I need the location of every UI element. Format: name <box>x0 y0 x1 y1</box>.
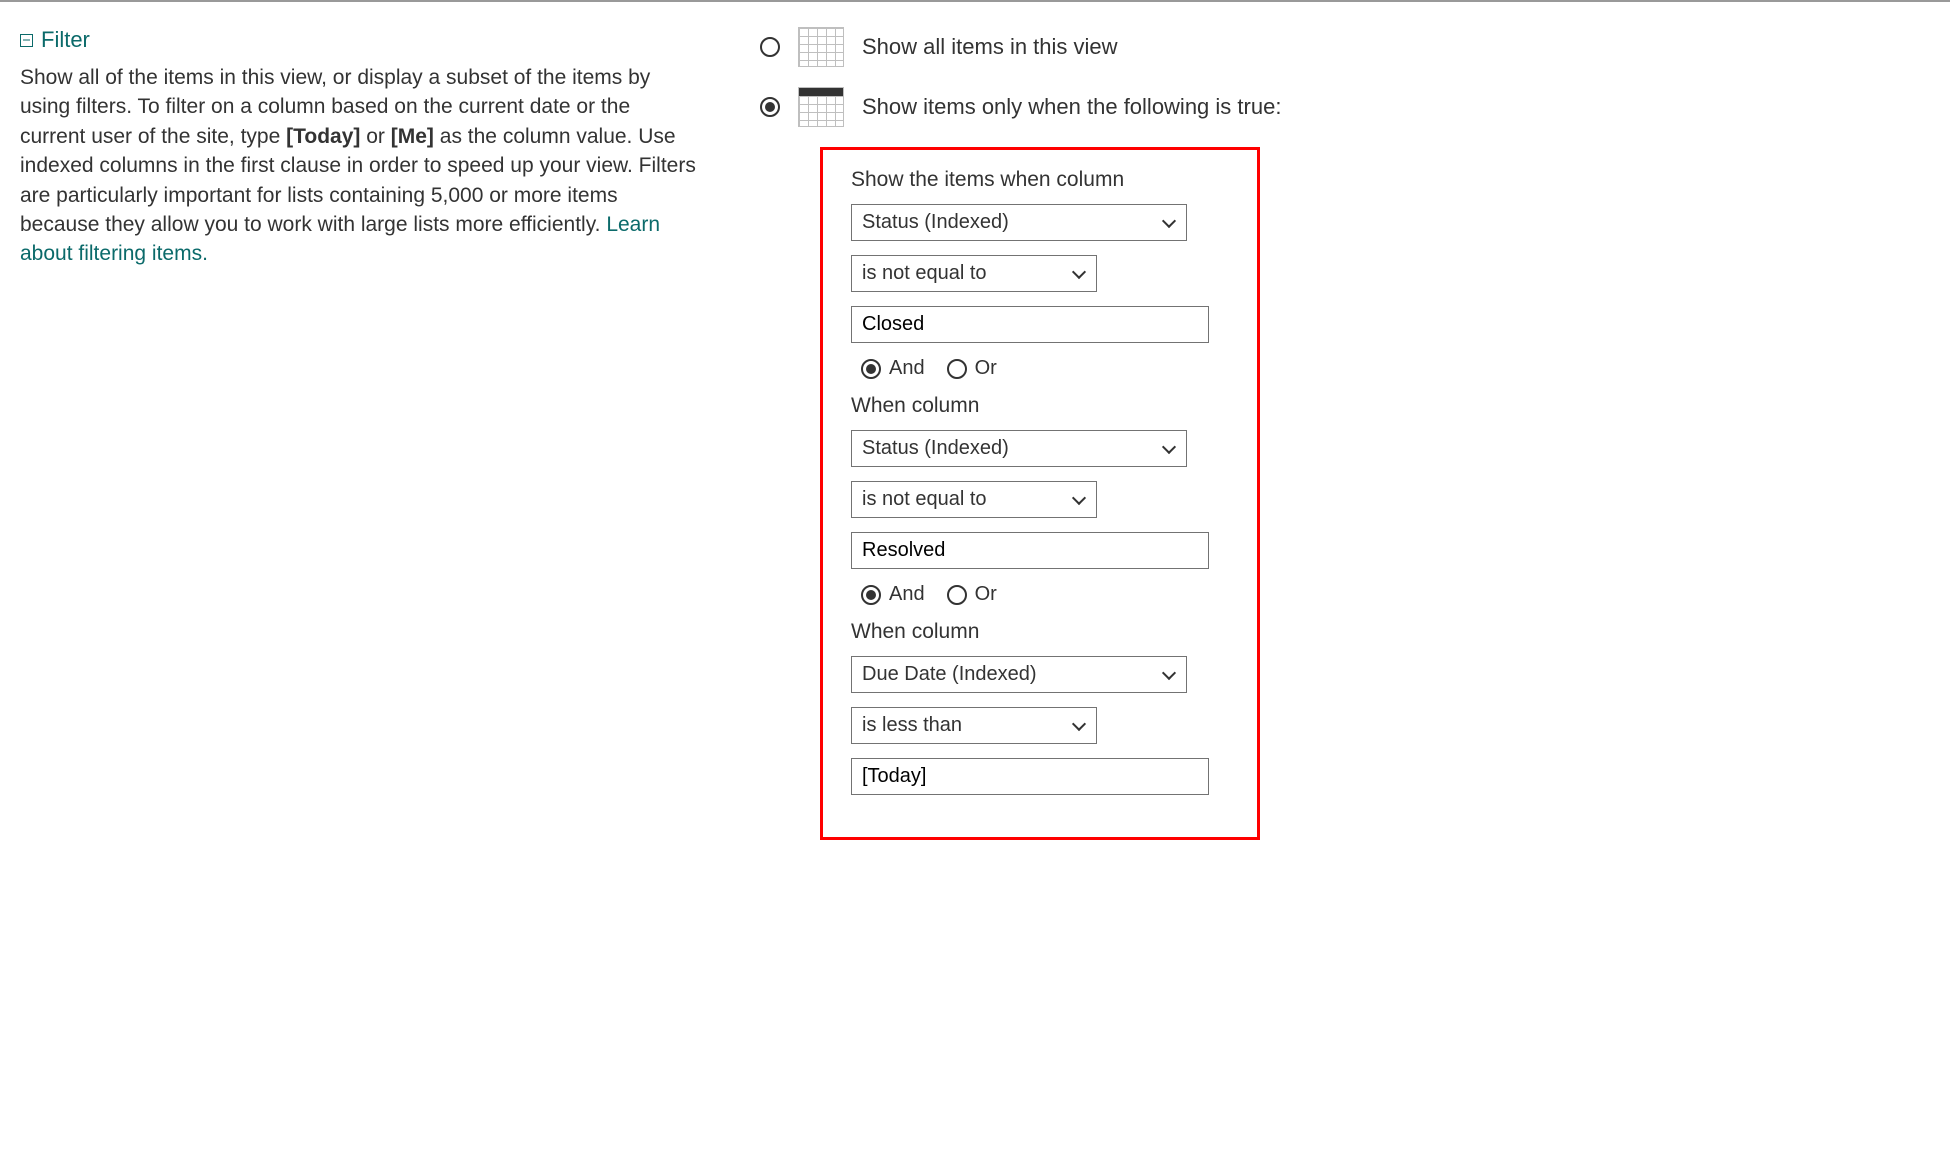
filter-description: Show all of the items in this view, or d… <box>20 63 700 269</box>
option-show-filtered-label: Show items only when the following is tr… <box>862 94 1281 120</box>
value-input-2[interactable] <box>851 532 1209 569</box>
chevron-down-icon <box>1072 719 1086 733</box>
chevron-down-icon <box>1162 668 1176 682</box>
radio-or-1[interactable] <box>947 359 967 379</box>
filter-heading-2: When column <box>851 394 1229 418</box>
operator-select-2[interactable]: is not equal to <box>851 481 1097 518</box>
andor-row-2: And Or <box>861 583 1229 606</box>
column-select-2[interactable]: Status (Indexed) <box>851 430 1187 467</box>
option-show-filtered[interactable]: Show items only when the following is tr… <box>760 87 1930 127</box>
option-show-all-label: Show all items in this view <box>862 34 1118 60</box>
radio-show-all[interactable] <box>760 37 780 57</box>
and-option-1[interactable]: And <box>861 357 925 380</box>
filter-title: Filter <box>41 27 90 53</box>
operator-select-3[interactable]: is less than <box>851 707 1097 744</box>
filter-section-header[interactable]: Filter <box>20 27 700 53</box>
chevron-down-icon <box>1162 442 1176 456</box>
value-input-1[interactable] <box>851 306 1209 343</box>
filter-definition-block: Show the items when column Status (Index… <box>820 147 1260 840</box>
chevron-down-icon <box>1162 216 1176 230</box>
radio-and-2[interactable] <box>861 585 881 605</box>
operator-select-1[interactable]: is not equal to <box>851 255 1097 292</box>
radio-show-filtered[interactable] <box>760 97 780 117</box>
filter-heading-1: Show the items when column <box>851 168 1229 192</box>
grid-filtered-icon <box>798 87 844 127</box>
collapse-icon[interactable] <box>20 34 33 47</box>
value-input-3[interactable] <box>851 758 1209 795</box>
chevron-down-icon <box>1072 493 1086 507</box>
or-option-2[interactable]: Or <box>947 583 997 606</box>
column-select-3[interactable]: Due Date (Indexed) <box>851 656 1187 693</box>
filter-heading-3: When column <box>851 620 1229 644</box>
andor-row-1: And Or <box>861 357 1229 380</box>
and-option-2[interactable]: And <box>861 583 925 606</box>
grid-all-icon <box>798 27 844 67</box>
or-option-1[interactable]: Or <box>947 357 997 380</box>
chevron-down-icon <box>1072 267 1086 281</box>
option-show-all[interactable]: Show all items in this view <box>760 27 1930 67</box>
radio-or-2[interactable] <box>947 585 967 605</box>
column-select-1[interactable]: Status (Indexed) <box>851 204 1187 241</box>
radio-and-1[interactable] <box>861 359 881 379</box>
